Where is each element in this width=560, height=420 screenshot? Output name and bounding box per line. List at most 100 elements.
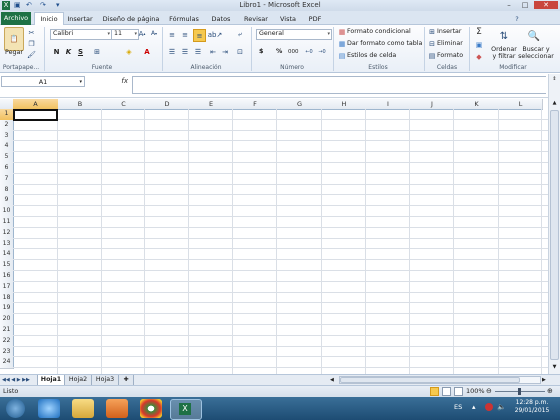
column-header-c[interactable]: C xyxy=(102,99,146,110)
tab-vista[interactable]: Vista xyxy=(276,13,300,25)
media-player-icon[interactable] xyxy=(106,399,128,418)
volume-icon[interactable]: 🔈 xyxy=(497,403,506,411)
normal-view-icon[interactable] xyxy=(430,387,439,396)
tab-revisar[interactable]: Revisar xyxy=(240,13,272,25)
cut-icon[interactable]: ✂ xyxy=(27,28,36,37)
insert-function-icon[interactable]: fx xyxy=(88,76,128,87)
sort-filter-icon[interactable]: ⇅ xyxy=(496,28,512,44)
italic-button[interactable]: K xyxy=(64,47,73,56)
name-box[interactable]: A1 ▾ xyxy=(1,76,85,87)
merge-center-icon[interactable]: ⊡ xyxy=(234,47,246,56)
clear-icon[interactable]: ◆ xyxy=(474,52,484,61)
chrome-icon[interactable] xyxy=(140,399,162,418)
fill-icon[interactable]: ▣ xyxy=(474,40,484,49)
format-painter-icon[interactable]: 🖌 xyxy=(27,50,36,59)
decrease-decimal-icon[interactable]: →0 xyxy=(317,47,327,56)
tab-formulas[interactable]: Fórmulas xyxy=(166,13,202,25)
scroll-up-icon[interactable]: ▲ xyxy=(550,99,559,108)
tab-archivo[interactable]: Archivo xyxy=(1,12,31,25)
copy-icon[interactable]: ❐ xyxy=(27,39,36,48)
file-explorer-icon[interactable] xyxy=(72,399,94,418)
row-header-24[interactable]: 24 xyxy=(0,357,14,370)
zoom-level[interactable]: 100% xyxy=(466,387,485,396)
column-header-g[interactable]: G xyxy=(277,99,323,110)
sort-filter-label-2[interactable]: y filtrar xyxy=(490,53,518,60)
bold-button[interactable]: N xyxy=(52,47,61,56)
column-header-b[interactable]: B xyxy=(58,99,103,110)
column-header-d[interactable]: D xyxy=(145,99,190,110)
spreadsheet-grid[interactable]: ABCDEFGHIJKL 1 2 3 4 5 6 7 8 9 10 11 12 13 14 15 16 17 18… xyxy=(0,99,548,374)
font-size-combo[interactable]: 11 ▾ xyxy=(111,29,139,40)
borders-icon[interactable]: ⊞ xyxy=(92,47,102,56)
start-button-icon[interactable] xyxy=(6,399,25,418)
sort-filter-label-1[interactable]: Ordenar xyxy=(490,46,518,53)
find-select-label-2[interactable]: seleccionar xyxy=(518,53,554,60)
font-color-icon[interactable]: A xyxy=(142,47,152,56)
formula-input[interactable] xyxy=(132,76,546,94)
format-button[interactable]: Formato xyxy=(437,52,463,60)
increase-indent-icon[interactable]: ⇥ xyxy=(220,47,230,56)
scroll-thumb[interactable] xyxy=(550,110,559,360)
horizontal-scroll-thumb[interactable] xyxy=(340,377,520,383)
number-format-combo[interactable]: General ▾ xyxy=(256,29,332,40)
thousands-button[interactable]: 000 xyxy=(288,48,299,56)
align-top-icon[interactable]: ≡ xyxy=(167,30,177,39)
align-left-icon[interactable]: ☰ xyxy=(167,47,177,56)
zoom-in-icon[interactable]: ⊕ xyxy=(547,387,553,396)
increase-decimal-icon[interactable]: ←0 xyxy=(304,47,314,56)
conditional-format-button[interactable]: Formato condicional xyxy=(347,28,411,36)
font-name-combo[interactable]: Calibri ▾ xyxy=(50,29,112,40)
align-bottom-icon[interactable]: ≡ xyxy=(193,29,206,42)
format-as-table-button[interactable]: Dar formato como tabla xyxy=(347,40,422,48)
column-header-i[interactable]: I xyxy=(366,99,411,110)
delete-button[interactable]: Eliminar xyxy=(437,40,463,48)
scroll-right-icon[interactable]: ▶ xyxy=(542,376,550,384)
scroll-down-icon[interactable]: ▼ xyxy=(550,363,559,372)
find-select-label-1[interactable]: Buscar y xyxy=(518,46,554,53)
sheet-navigation-icons[interactable]: ◀◀ ◀ ▶ ▶▶ xyxy=(2,376,34,384)
tray-chevron-icon[interactable]: ▴ xyxy=(472,403,476,411)
column-header-h[interactable]: H xyxy=(322,99,367,110)
column-header-j[interactable]: J xyxy=(410,99,455,110)
minimize-icon[interactable]: – xyxy=(502,1,516,9)
page-layout-view-icon[interactable] xyxy=(442,387,451,396)
active-cell[interactable] xyxy=(13,109,58,121)
align-right-icon[interactable]: ☰ xyxy=(193,47,203,56)
zoom-slider-thumb[interactable] xyxy=(518,388,521,395)
fill-color-icon[interactable]: ◈ xyxy=(124,47,134,56)
decrease-indent-icon[interactable]: ⇤ xyxy=(208,47,218,56)
tab-insertar[interactable]: Insertar xyxy=(64,13,96,25)
currency-button[interactable]: $ xyxy=(259,48,263,56)
insert-button[interactable]: Insertar xyxy=(437,28,462,36)
column-header-e[interactable]: E xyxy=(189,99,234,110)
scroll-left-icon[interactable]: ◀ xyxy=(330,376,338,384)
tray-alert-icon[interactable] xyxy=(485,403,493,411)
tab-datos[interactable]: Datos xyxy=(206,13,236,25)
clock[interactable]: 12:28 p.m. 29/01/2015 xyxy=(510,399,554,415)
column-header-k[interactable]: K xyxy=(454,99,500,110)
column-header-f[interactable]: F xyxy=(233,99,278,110)
shrink-font-icon[interactable]: A ▾ xyxy=(149,29,159,38)
align-center-icon[interactable]: ☰ xyxy=(180,47,190,56)
maximize-icon[interactable]: □ xyxy=(518,1,532,9)
align-middle-icon[interactable]: ≡ xyxy=(180,30,190,39)
orientation-icon[interactable]: ab↗ xyxy=(208,30,223,39)
horizontal-scrollbar[interactable] xyxy=(339,376,541,384)
help-icon[interactable]: ? xyxy=(512,13,522,25)
wrap-text-icon[interactable]: ⤶ xyxy=(234,30,246,39)
paste-icon[interactable]: 📋 xyxy=(4,27,24,51)
binoculars-icon[interactable]: 🔍 xyxy=(526,28,542,44)
autosum-button[interactable]: Σ xyxy=(474,27,484,37)
cell-styles-button[interactable]: Estilos de celda xyxy=(347,52,396,60)
language-indicator[interactable]: ES xyxy=(454,403,462,411)
underline-button[interactable]: S xyxy=(76,47,85,56)
tab-diseno-pagina[interactable]: Diseño de página xyxy=(100,13,162,25)
split-box-icon[interactable]: ⇕ xyxy=(550,75,559,84)
column-header-l[interactable]: L xyxy=(499,99,543,110)
tab-pdf[interactable]: PDF xyxy=(304,13,326,25)
vertical-scrollbar[interactable]: ⇕ ▲ ▼ xyxy=(548,74,560,374)
paste-button[interactable]: Pegar xyxy=(4,49,24,57)
percent-button[interactable]: % xyxy=(276,48,282,56)
close-icon[interactable]: ✕ xyxy=(534,1,558,9)
page-break-view-icon[interactable] xyxy=(454,387,463,396)
